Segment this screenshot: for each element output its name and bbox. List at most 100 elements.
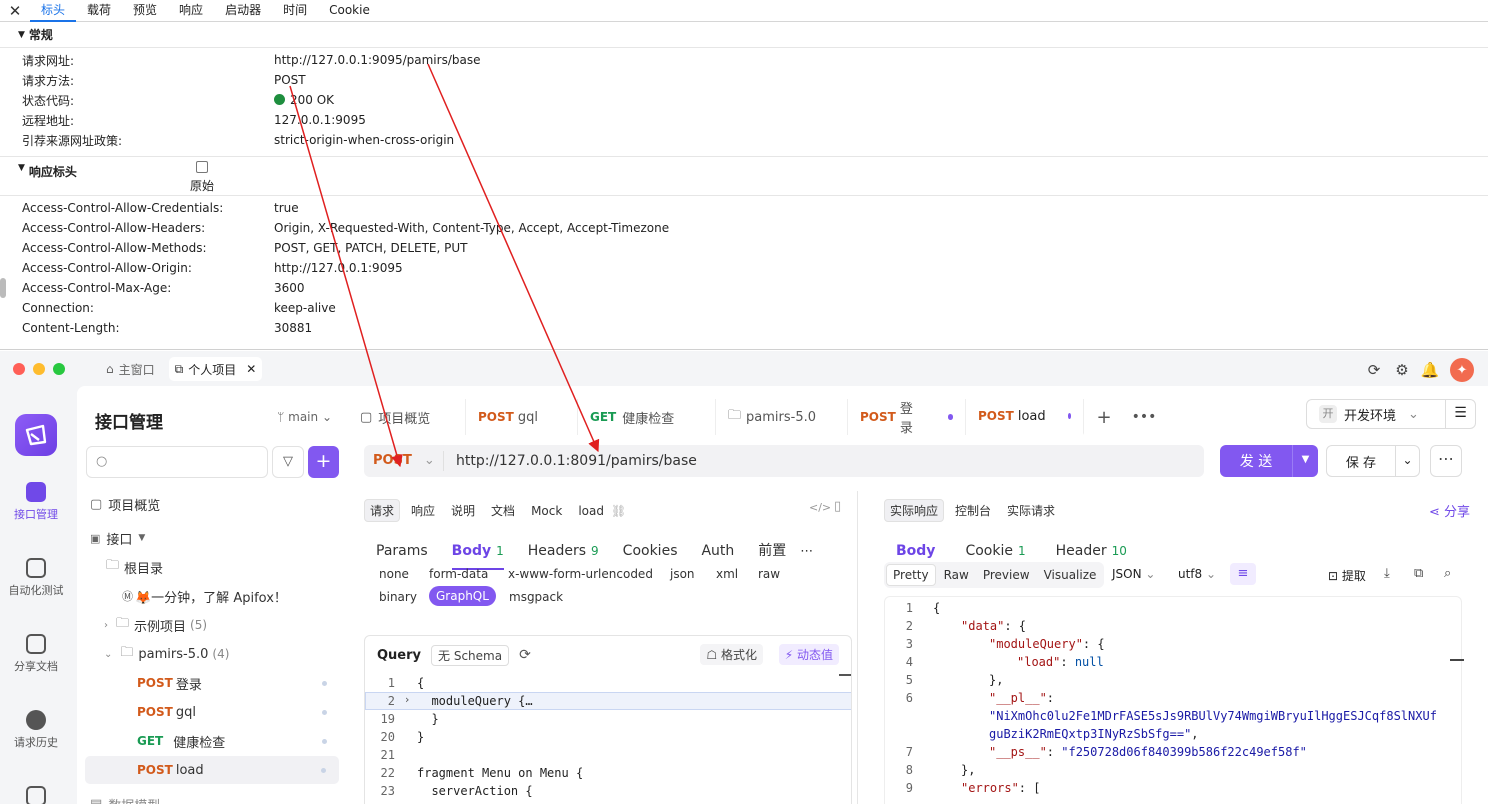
body-type-raw[interactable]: raw bbox=[758, 567, 780, 581]
tab-body[interactable]: Body 1 bbox=[451, 536, 504, 570]
rail-item-automation[interactable]: 自动化测试 bbox=[0, 558, 72, 598]
filter-button[interactable]: ▽ bbox=[272, 446, 304, 478]
devtools-tab-timing[interactable]: 时间 bbox=[272, 0, 318, 22]
url-input[interactable]: http://127.0.0.1:8091/pamirs/base bbox=[444, 453, 697, 469]
devtools-scrollbar[interactable] bbox=[0, 278, 6, 298]
tab-pre[interactable]: 前置 bbox=[758, 536, 786, 566]
search-input[interactable]: ○ bbox=[86, 446, 268, 478]
download-icon[interactable]: ⤓ bbox=[1384, 566, 1390, 581]
raw-toggle[interactable]: 原始 bbox=[190, 161, 214, 194]
window-tab-main[interactable]: ⌂ 主窗口 bbox=[100, 357, 161, 381]
tab-login[interactable]: POST 登录 bbox=[848, 399, 966, 436]
gear-icon[interactable]: ⚙ bbox=[1388, 361, 1416, 379]
tab-health-check[interactable]: GET 健康检查 bbox=[578, 399, 716, 435]
body-type-form-data[interactable]: form-data bbox=[429, 567, 488, 581]
chip-mock[interactable]: Mock bbox=[526, 502, 567, 520]
close-icon[interactable]: ✕ bbox=[246, 362, 256, 376]
method-selector[interactable]: POST ⌄ bbox=[364, 451, 444, 471]
wrap-icon[interactable]: ≡ bbox=[1230, 563, 1256, 585]
send-dropdown-icon[interactable]: ▼ bbox=[1292, 445, 1318, 477]
tab-cookies[interactable]: Cookies bbox=[623, 536, 678, 566]
window-minimize-button[interactable] bbox=[33, 362, 45, 375]
tab-project-overview[interactable]: ▢ 项目概览 bbox=[348, 399, 466, 435]
devtools-tab-initiator[interactable]: 启动器 bbox=[214, 0, 272, 22]
devtools-tab-payload[interactable]: 载荷 bbox=[76, 0, 122, 22]
fold-chevron-icon[interactable]: › bbox=[405, 693, 409, 706]
tab-pamirs-folder[interactable]: 🗀 pamirs-5.0 bbox=[716, 399, 848, 435]
devtools-tab-response[interactable]: 响应 bbox=[168, 0, 214, 22]
chip-actual-request[interactable]: 实际请求 bbox=[1002, 500, 1060, 521]
sidebar-item-root-dir[interactable]: 🗀 根目录 bbox=[77, 553, 348, 581]
sidebar-item-overview[interactable]: ▢ 项目概览 bbox=[77, 490, 348, 518]
tab-gql[interactable]: POST gql bbox=[466, 399, 578, 435]
link-icon[interactable]: ⛓ bbox=[611, 504, 626, 518]
chip-request[interactable]: 请求 bbox=[364, 499, 401, 522]
body-type-json[interactable]: json bbox=[670, 567, 695, 581]
chip-actual-response[interactable]: 实际响应 bbox=[884, 499, 945, 522]
add-button[interactable]: + bbox=[308, 446, 339, 478]
tab-params[interactable]: Params bbox=[376, 536, 428, 566]
sidebar-item-endpoint-load[interactable]: POST load bbox=[85, 756, 339, 784]
window-zoom-button[interactable] bbox=[53, 362, 65, 375]
avatar[interactable]: ✦ bbox=[1450, 358, 1474, 382]
chip-response[interactable]: 响应 bbox=[406, 500, 440, 521]
search-icon[interactable]: ⌕ bbox=[1444, 566, 1451, 581]
body-type-graphql[interactable]: GraphQL bbox=[429, 586, 496, 606]
body-type-msgpack[interactable]: msgpack bbox=[509, 590, 563, 604]
view-visualize[interactable]: Visualize bbox=[1038, 565, 1103, 585]
format-button[interactable]: ☖ 格式化 bbox=[700, 644, 763, 665]
menu-icon[interactable]: ☰ bbox=[1445, 399, 1475, 429]
close-icon[interactable]: ✕ bbox=[0, 2, 30, 20]
view-raw[interactable]: Raw bbox=[938, 565, 975, 585]
rail-item-history[interactable]: 请求历史 bbox=[0, 710, 72, 750]
body-type-xml[interactable]: xml bbox=[716, 567, 738, 581]
general-section-header[interactable]: ▼ 常规 bbox=[0, 22, 1488, 48]
branch-selector[interactable]: ᛘ main ⌄ bbox=[277, 410, 332, 424]
sidebar-item-data-model[interactable]: ▤数据模型 bbox=[77, 790, 348, 804]
endpoint-name[interactable]: load bbox=[573, 502, 609, 520]
share-button[interactable]: ⋖ 分享 bbox=[1429, 501, 1470, 520]
save-button[interactable]: 保 存 ⌄ bbox=[1326, 445, 1420, 477]
response-headers-section-header[interactable]: ▼ 响应标头 原始 bbox=[0, 156, 1488, 196]
window-tab-personal-project[interactable]: ⧉ 个人项目 ✕ bbox=[168, 357, 263, 381]
tab-headers[interactable]: Headers 9 bbox=[528, 536, 599, 566]
sidebar-item-endpoint-health[interactable]: GET 健康检查 bbox=[77, 727, 348, 755]
extract-button[interactable]: ⊡ 提取 bbox=[1328, 567, 1366, 584]
more-icon[interactable]: ⋯ bbox=[800, 544, 813, 559]
body-type-urlencoded[interactable]: x-www-form-urlencoded bbox=[508, 567, 653, 581]
devtools-tab-cookie[interactable]: Cookie bbox=[318, 0, 381, 22]
chip-description[interactable]: 说明 bbox=[446, 500, 480, 521]
rail-item-api[interactable]: 接口管理 bbox=[0, 482, 72, 522]
sidebar-item-example-folder[interactable]: › 🗀 示例项目 (5) bbox=[77, 611, 348, 639]
schema-selector[interactable]: 无 Schema bbox=[431, 644, 510, 666]
dynamic-value-button[interactable]: ⚡ 动态值 bbox=[778, 644, 839, 665]
copy-icon[interactable]: ⧉ bbox=[1414, 566, 1423, 581]
format-selector[interactable]: JSON ⌄ bbox=[1112, 567, 1155, 581]
sidebar-item-endpoint-gql[interactable]: POST gql bbox=[77, 698, 348, 726]
sidebar-item-api-root[interactable]: ▣ 接口 ▼ bbox=[77, 524, 348, 552]
encoding-selector[interactable]: utf8 ⌄ bbox=[1178, 567, 1216, 581]
raw-checkbox[interactable] bbox=[196, 161, 208, 173]
body-type-binary[interactable]: binary bbox=[379, 590, 417, 604]
view-preview[interactable]: Preview bbox=[977, 565, 1036, 585]
environment-selector[interactable]: 开 开发环境 ⌄ ☰ bbox=[1306, 399, 1476, 429]
devtools-tab-headers[interactable]: 标头 bbox=[30, 0, 77, 22]
chip-docs[interactable]: 文档 bbox=[486, 500, 520, 521]
code-icon[interactable]: </> bbox=[809, 501, 831, 514]
more-actions-button[interactable]: ⋯ bbox=[1430, 445, 1462, 477]
chip-console[interactable]: 控制台 bbox=[950, 500, 996, 521]
refresh-icon[interactable]: ⟳ bbox=[1360, 361, 1388, 379]
tab-more-button[interactable]: ••• bbox=[1124, 409, 1164, 425]
refresh-icon[interactable]: ⟳ bbox=[519, 647, 531, 663]
rail-item-share-doc[interactable]: 分享文档 bbox=[0, 634, 72, 674]
window-close-button[interactable] bbox=[13, 362, 25, 375]
rail-item-more[interactable] bbox=[0, 786, 72, 804]
chevron-down-icon[interactable]: ⌄ bbox=[1395, 446, 1419, 476]
tab-load[interactable]: POST load bbox=[966, 399, 1084, 435]
sidebar-item-pamirs-folder[interactable]: ⌄ 🗀 pamirs-5.0 (4) bbox=[77, 640, 348, 668]
bell-icon[interactable]: 🔔 bbox=[1416, 361, 1444, 379]
view-pretty[interactable]: Pretty bbox=[886, 564, 936, 586]
new-tab-button[interactable]: + bbox=[1084, 407, 1124, 428]
send-button[interactable]: 发 送 ▼ bbox=[1220, 445, 1318, 477]
body-type-none[interactable]: none bbox=[379, 567, 409, 581]
